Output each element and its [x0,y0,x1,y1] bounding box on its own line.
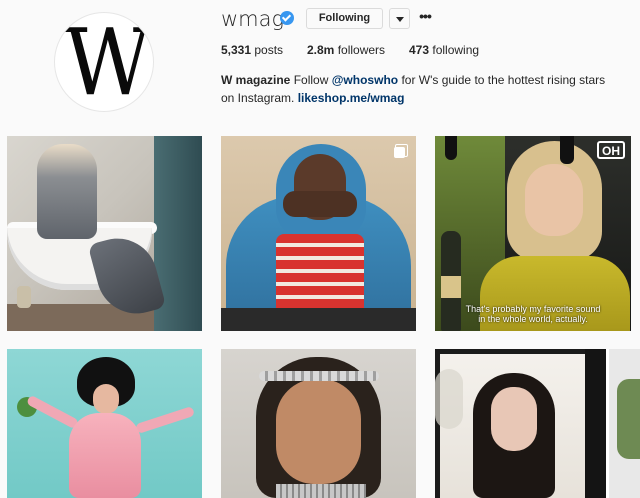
following-stat[interactable]: 473 following [409,43,479,57]
avatar-logo-letter: W [64,12,151,112]
followers-label: followers [337,43,386,57]
post-3-face [525,164,583,236]
bio-full-name: W magazine [221,73,291,87]
posts-stat: 5,331 posts [221,43,283,57]
post-thumbnail-5[interactable] [221,349,416,498]
posts-count: 5,331 [221,43,252,57]
post-3-caption-line-1: That's probably my favorite sound [465,304,601,314]
suggestions-dropdown-button[interactable] [389,8,410,29]
post-2-pants [221,308,416,331]
verified-badge-icon [280,11,294,25]
post-4-arm [134,405,196,435]
profile-avatar[interactable]: W [54,12,154,112]
bio-mention-link[interactable]: @whoswho [332,73,398,87]
more-options-icon[interactable]: ••• [418,9,432,27]
post-3-caption-line-2: in the whole world, actually. [478,314,588,324]
followers-count: 2.8m [307,43,335,57]
post-4-pink-outfit [69,413,141,498]
post-thumbnail-7-partial[interactable] [606,349,640,498]
bio-text-before: Follow [293,73,329,87]
post-7-tree [617,379,640,459]
post-3-microphone [445,136,457,160]
posts-label: posts [254,43,284,57]
post-3-bottle-label [441,276,461,298]
post-thumbnail-6[interactable] [435,349,631,498]
post-1-tub-foot [17,286,31,308]
post-thumbnail-2[interactable] [221,136,416,331]
post-thumbnail-1[interactable] [7,136,202,331]
post-thumbnail-4[interactable] [7,349,202,498]
post-6-background-plant [435,369,463,429]
post-4-face [93,384,119,414]
followers-stat[interactable]: 2.8m followers [307,43,385,57]
following-button[interactable]: Following [306,8,383,29]
post-3-microphone [560,136,574,164]
profile-username: wmag [221,7,285,31]
following-label: following [432,43,480,57]
profile-bio: W magazine Follow @whoswho for W's guide… [221,71,611,107]
following-count: 473 [409,43,430,57]
post-thumbnail-3[interactable]: OH That's probably my favorite sound in … [435,136,631,331]
post-5-headpiece [259,371,379,381]
post-3-video-logo: OH [597,141,625,159]
multiple-photos-icon [394,144,408,158]
post-5-chain-necklace [276,484,366,498]
post-6-face [491,387,537,451]
bio-website-link[interactable]: likeshop.me/wmag [298,91,405,105]
post-1-model [37,144,97,239]
post-3-caption: That's probably my favorite sound in the… [435,304,631,324]
post-2-hands [283,191,357,217]
post-5-face [276,379,361,484]
